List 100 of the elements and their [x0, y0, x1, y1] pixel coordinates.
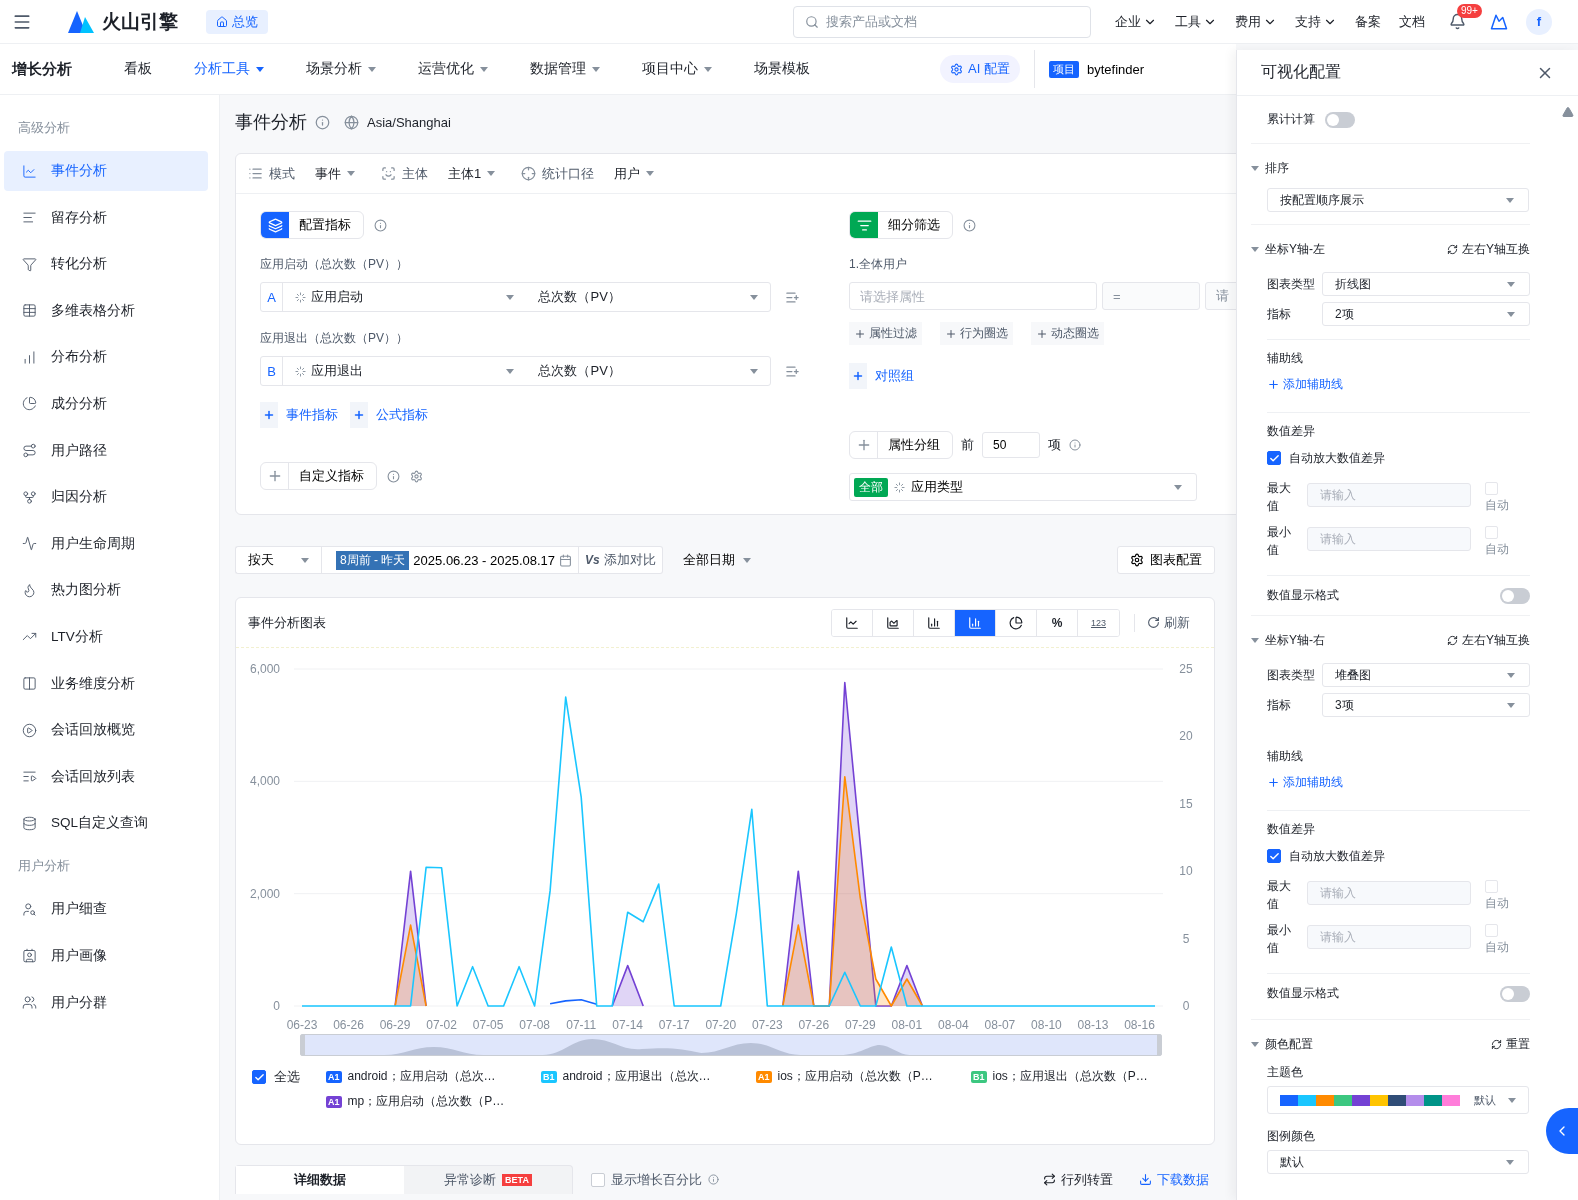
chart-type-select[interactable]: 堆叠图 [1322, 663, 1530, 687]
group-by-button[interactable]: 属性分组 [849, 431, 953, 459]
legend-item[interactable]: A1 mp；应用启动（总次数（P… [326, 1093, 541, 1110]
info-icon[interactable] [387, 469, 400, 483]
swap-axis-button[interactable]: 左右Y轴互换 [1447, 240, 1530, 258]
top-count-field[interactable]: 50 [982, 432, 1040, 458]
metric-count-select[interactable]: 2项 [1322, 302, 1530, 326]
nav-item[interactable]: 场景模板 [748, 59, 816, 79]
legend-item[interactable]: A1 ios；应用启动（总次数（P… [756, 1068, 971, 1085]
top-menu[interactable]: 备案 [1349, 12, 1387, 31]
chart-type-button[interactable] [832, 609, 873, 636]
data-tab[interactable]: 详细数据 [236, 1166, 404, 1194]
legend-item[interactable]: A1 android；应用启动（总次… [326, 1068, 541, 1085]
list-plus-icon[interactable] [785, 363, 800, 379]
sidebar-item[interactable]: SQL自定义查询 [4, 803, 208, 844]
chart-type-button[interactable] [955, 609, 996, 636]
swap-axis-button[interactable]: 左右Y轴互换 [1447, 631, 1530, 649]
limit-field[interactable]: 请输入 [1307, 881, 1472, 905]
property-field[interactable]: 请选择属性 [849, 282, 1097, 310]
sidebar-item[interactable]: 业务维度分析 [4, 663, 208, 704]
granularity-select[interactable]: 按天 [235, 546, 321, 574]
top-menu[interactable]: 支持 [1289, 12, 1343, 31]
gear-icon[interactable] [410, 469, 423, 483]
query-dropdown[interactable]: 用户 [608, 163, 661, 184]
nav-item[interactable]: 运营优化 [412, 59, 494, 79]
nav-item[interactable]: 看板 [118, 59, 158, 79]
legend-item[interactable]: B1 android；应用退出（总次… [541, 1068, 756, 1085]
metric-count-select[interactable]: 3项 [1322, 693, 1530, 717]
avatar[interactable]: f [1526, 8, 1552, 35]
scroll-up-icon[interactable] [1562, 106, 1574, 118]
chart-type-select[interactable]: 折线图 [1322, 272, 1530, 296]
nav-item[interactable]: 数据管理 [524, 59, 606, 79]
nav-item[interactable]: 场景分析 [300, 59, 382, 79]
format-switch[interactable] [1500, 587, 1530, 604]
filter-action[interactable]: 动态圈选 [1031, 322, 1104, 345]
amplify-checkbox[interactable]: 自动放大数值差异 [1267, 843, 1530, 869]
period-select[interactable]: 全部日期 [676, 550, 757, 570]
query-dropdown[interactable]: 事件 [309, 163, 361, 184]
top-menu[interactable]: 工具 [1169, 12, 1223, 31]
data-tab[interactable]: 异常诊断 BETA [404, 1166, 572, 1194]
sidebar-item[interactable]: 用户细查 [4, 889, 208, 930]
cumulative-switch[interactable] [1325, 111, 1355, 128]
transpose-button[interactable]: 行列转置 [1037, 1169, 1119, 1190]
add-metric-link[interactable]: 事件指标 [260, 402, 338, 428]
sidebar-item[interactable]: 会话回放概览 [4, 710, 208, 751]
sidebar-item[interactable]: 热力图分析 [4, 570, 208, 611]
select-all-checkbox[interactable]: 全选 [252, 1068, 326, 1086]
sidebar-item[interactable]: 用户画像 [4, 935, 208, 976]
reset-button[interactable]: 重置 [1491, 1035, 1530, 1053]
sidebar-item[interactable]: 用户生命周期 [4, 523, 208, 564]
filter-button[interactable]: 细分筛选 [849, 211, 953, 239]
compare-group-link[interactable]: 对照组 [849, 363, 914, 389]
legend-item[interactable]: B1 ios；应用退出（总次数（P… [971, 1068, 1186, 1085]
info-icon[interactable] [374, 218, 387, 232]
sidebar-item[interactable]: 事件分析 [4, 151, 208, 191]
metric-select[interactable]: B 应用退出 总次数（PV） [260, 356, 771, 386]
bell-icon[interactable] [1449, 13, 1466, 30]
config-metrics-button[interactable]: 配置指标 [260, 211, 364, 239]
search-field[interactable]: 搜索产品或文档 [793, 5, 1091, 38]
top-menu[interactable]: 企业 [1109, 12, 1163, 31]
ai-config-button[interactable]: AI 配置 [940, 55, 1020, 83]
download-button[interactable]: 下载数据 [1133, 1169, 1215, 1190]
list-plus-icon[interactable] [785, 289, 800, 305]
top-menu[interactable]: 费用 [1229, 12, 1283, 31]
filter-action[interactable]: 行为圈选 [940, 322, 1013, 345]
info-icon[interactable] [1069, 439, 1081, 451]
sidebar-item[interactable]: 成分分析 [4, 383, 208, 424]
add-guide-line-link[interactable]: 添加辅助线 [1267, 372, 1343, 396]
sidebar-item[interactable]: 用户分群 [4, 982, 208, 1023]
collapse-button[interactable] [1546, 1108, 1578, 1154]
add-compare-button[interactable]: Vs 添加对比 [579, 546, 663, 574]
metric-select[interactable]: A 应用启动 总次数（PV） [260, 282, 771, 312]
sidebar-item[interactable]: 归因分析 [4, 477, 208, 518]
limit-field[interactable]: 请输入 [1307, 483, 1472, 507]
query-dropdown[interactable]: 主体1 [442, 163, 502, 184]
home-button[interactable]: 总览 [206, 9, 268, 34]
legend-color-select[interactable]: 默认 [1267, 1150, 1529, 1174]
info-icon[interactable] [963, 218, 976, 232]
refresh-button[interactable]: 刷新 [1134, 613, 1202, 632]
limit-field[interactable]: 请输入 [1307, 925, 1472, 949]
add-guide-line-link[interactable]: 添加辅助线 [1267, 770, 1343, 794]
theme-color-select[interactable]: 默认 [1267, 1086, 1529, 1114]
info-icon[interactable] [315, 114, 330, 130]
custom-metric-button[interactable]: 自定义指标 [260, 462, 377, 490]
nav-item[interactable]: 分析工具 [188, 59, 270, 79]
sidebar-item[interactable]: 用户路径 [4, 430, 208, 471]
format-switch[interactable] [1500, 985, 1530, 1002]
top-menu[interactable]: 文档 [1393, 12, 1431, 31]
filter-action[interactable]: 属性过滤 [849, 322, 922, 345]
sidebar-item[interactable]: 会话回放列表 [4, 756, 208, 797]
chart-config-button[interactable]: 图表配置 [1117, 546, 1215, 574]
group-select[interactable]: 全部 应用类型 [849, 473, 1197, 501]
nav-item[interactable]: 项目中心 [636, 59, 718, 79]
sidebar-item[interactable]: 转化分析 [4, 244, 208, 285]
add-metric-link[interactable]: 公式指标 [350, 402, 428, 428]
sort-select[interactable]: 按配置顺序展示 [1267, 188, 1529, 212]
sidebar-item[interactable]: LTV分析 [4, 616, 208, 657]
amplify-checkbox[interactable]: 自动放大数值差异 [1267, 445, 1530, 471]
sidebar-item[interactable]: 分布分析 [4, 337, 208, 378]
mountain-icon[interactable] [1490, 12, 1508, 31]
